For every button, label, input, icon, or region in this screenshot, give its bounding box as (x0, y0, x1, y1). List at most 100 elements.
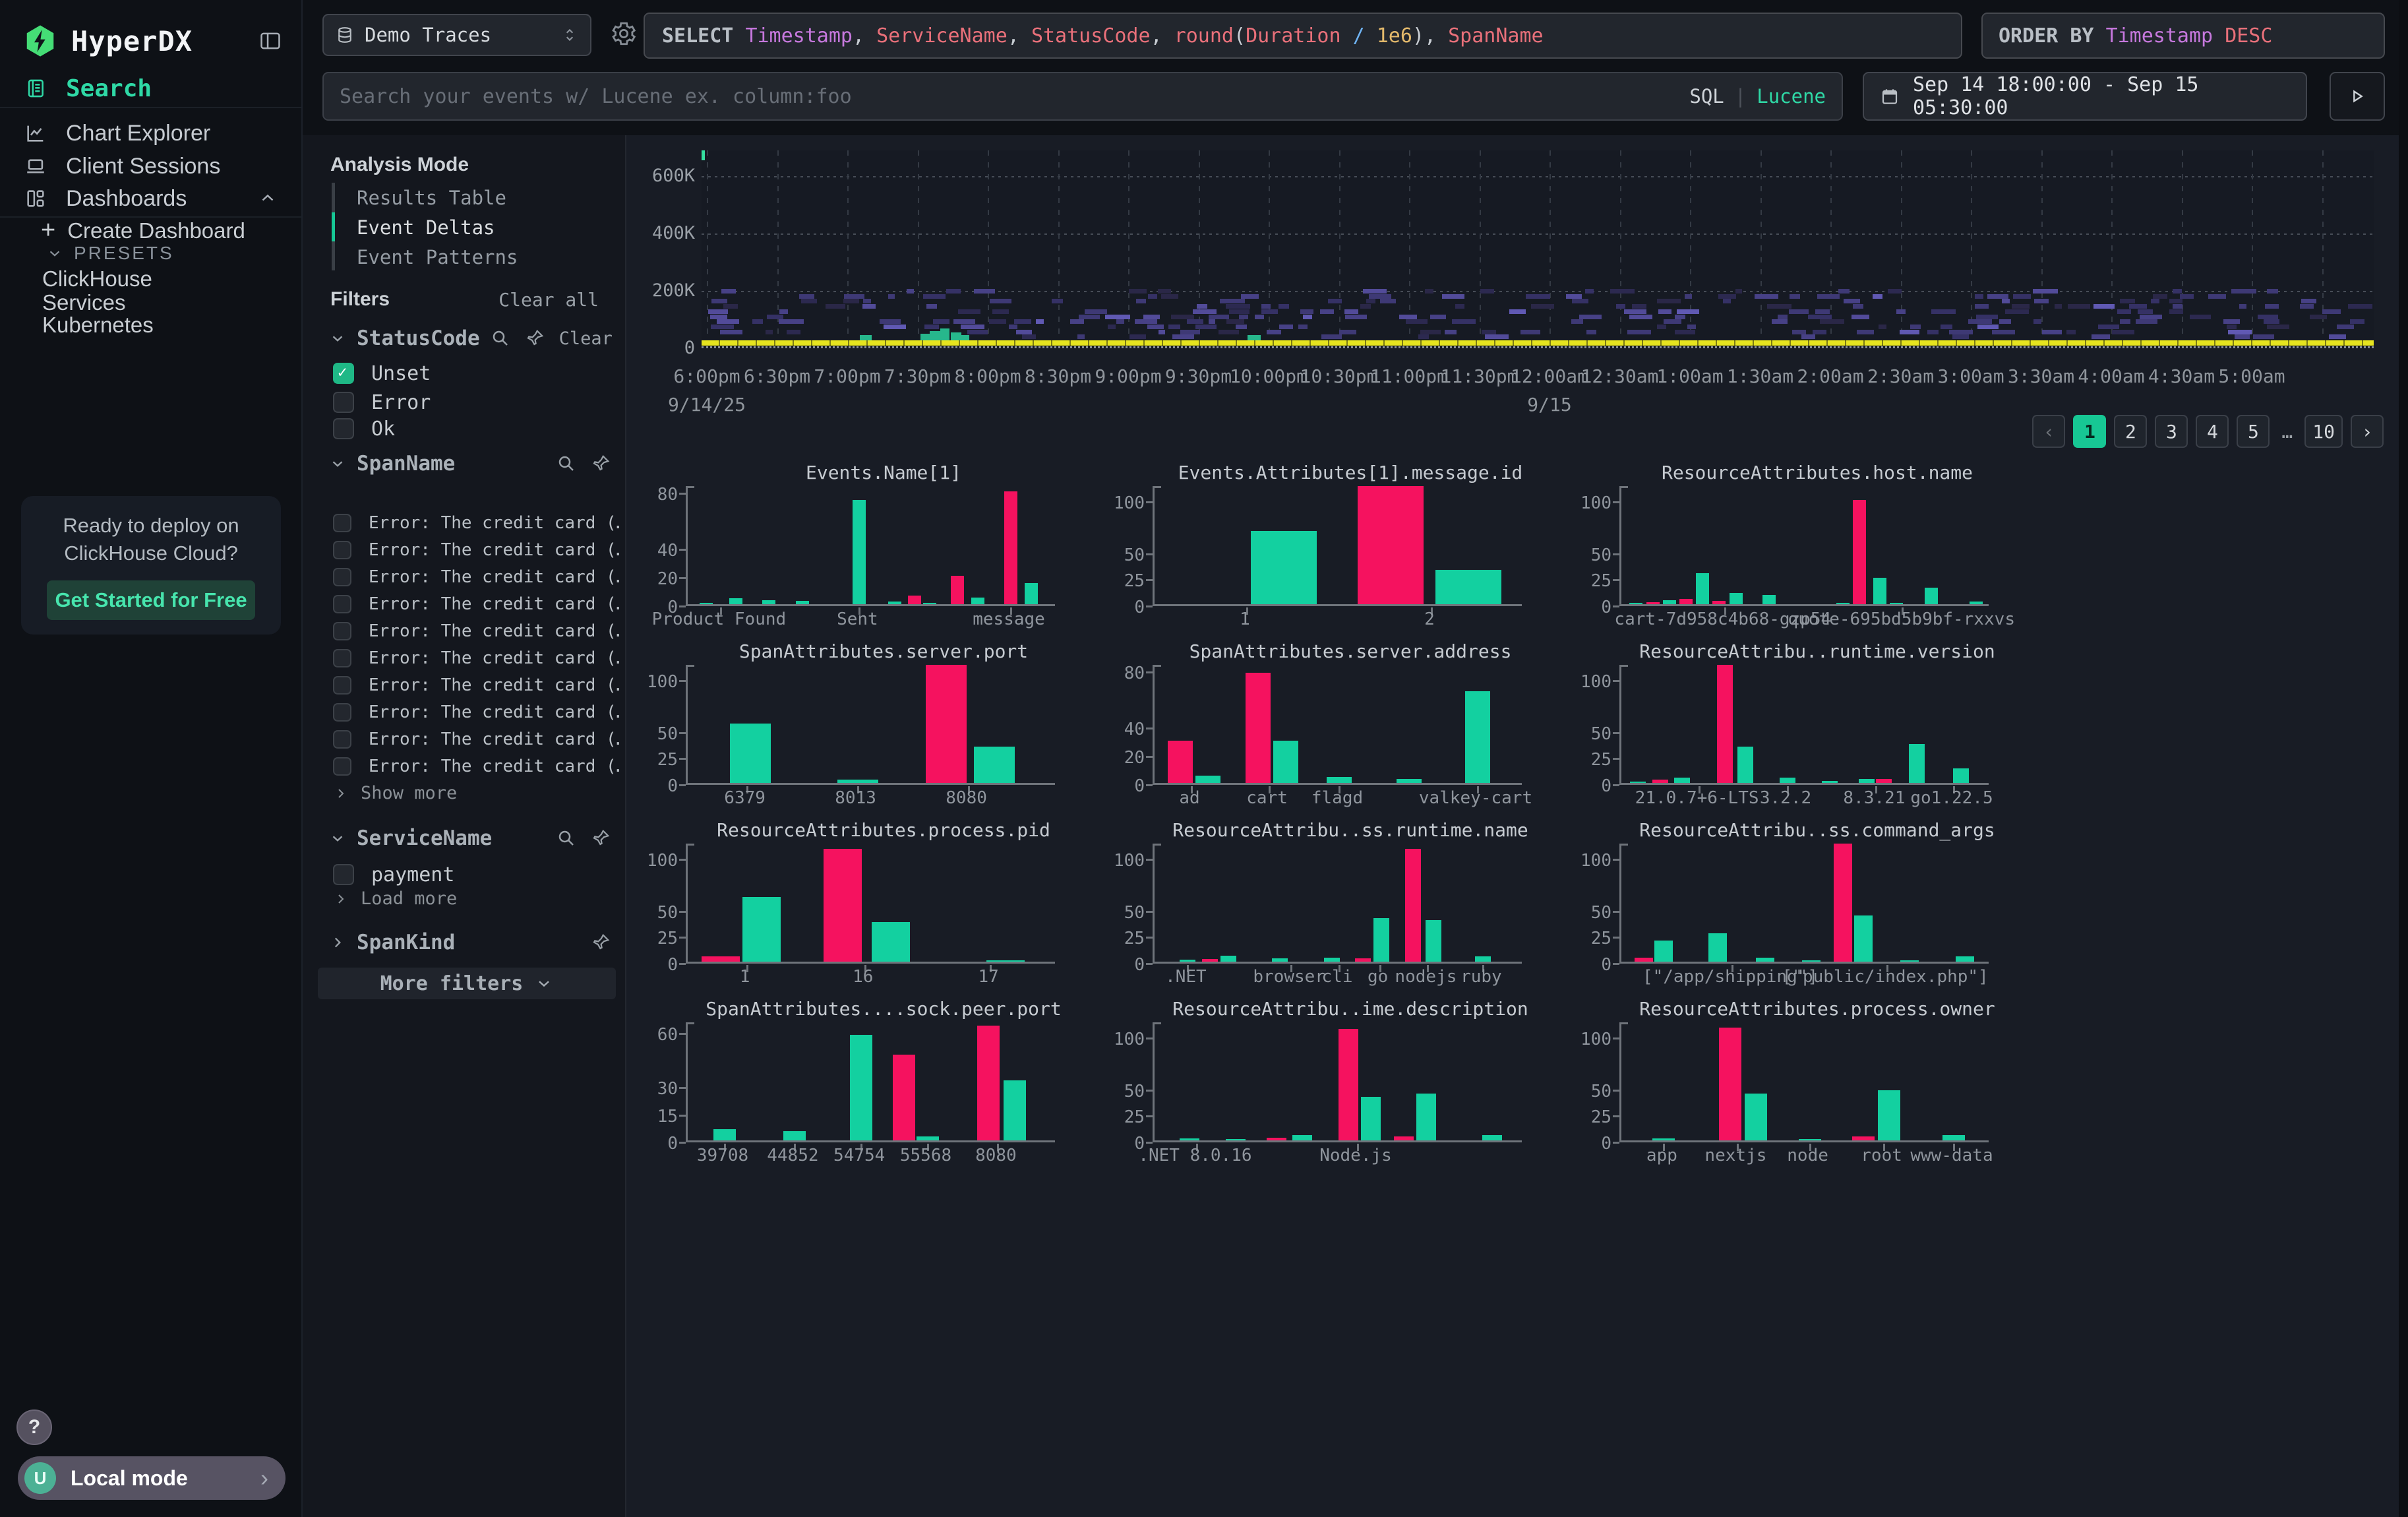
bar[interactable] (1663, 600, 1676, 604)
bar[interactable] (1712, 601, 1726, 604)
sidebar-item-chart-explorer[interactable]: Chart Explorer (0, 116, 301, 150)
sidebar-item-dashboards[interactable]: Dashboards (0, 181, 301, 218)
mini-bar-chart[interactable]: ResourceAttribu..ss.runtime.name10050250… (1113, 819, 1548, 987)
bar[interactable] (1373, 918, 1389, 962)
bar[interactable] (1745, 1094, 1767, 1140)
filter-option-spanname[interactable]: Error: The credit card (… (333, 699, 620, 726)
clear-statuscode-button[interactable]: Clear (559, 328, 613, 349)
load-more-button[interactable]: Load more (333, 888, 457, 909)
bar[interactable] (1195, 776, 1220, 783)
bar[interactable] (1674, 778, 1690, 783)
bar[interactable] (1854, 915, 1873, 962)
bar[interactable] (1267, 1138, 1286, 1140)
order-by-input[interactable]: ORDER BY Timestamp DESC (1981, 13, 2385, 59)
bar[interactable] (762, 600, 775, 604)
mini-bar-chart[interactable]: SpanAttributes....sock.peer.port60301503… (646, 998, 1081, 1166)
bar[interactable] (1358, 486, 1424, 604)
search-icon[interactable] (491, 328, 510, 348)
bar[interactable] (1635, 958, 1653, 962)
bar[interactable] (1708, 933, 1727, 962)
bar[interactable] (1900, 960, 1919, 962)
bar[interactable] (824, 849, 862, 962)
sql-select-input[interactable]: SELECT Timestamp, ServiceName, StatusCod… (644, 13, 1962, 59)
bar[interactable] (1168, 741, 1193, 783)
mini-bar-chart[interactable]: ResourceAttributes.host.name10050250cart… (1580, 462, 2015, 630)
search-input[interactable] (340, 85, 1689, 108)
scrollbar-track[interactable] (2399, 0, 2408, 1517)
bar[interactable] (1717, 665, 1733, 783)
bar[interactable] (1251, 531, 1317, 604)
filter-option-spanname[interactable]: Error: The credit card (… (333, 672, 620, 698)
checkbox[interactable] (333, 418, 354, 439)
mode-event-deltas[interactable]: Event Deltas (357, 215, 495, 240)
more-filters-button[interactable]: More filters (318, 968, 616, 999)
bar[interactable] (1397, 779, 1422, 783)
page-button-4[interactable]: 4 (2196, 415, 2229, 448)
pin-icon[interactable] (525, 328, 545, 348)
page-button-1[interactable]: 1 (2073, 415, 2106, 448)
bar[interactable] (1416, 1094, 1436, 1140)
bar[interactable] (1465, 691, 1490, 783)
checkbox[interactable] (333, 392, 354, 413)
bar[interactable] (1756, 958, 1774, 962)
bar[interactable] (1324, 958, 1340, 962)
bar[interactable] (1730, 593, 1743, 604)
chevron-down-icon[interactable] (329, 830, 346, 847)
bar[interactable] (1202, 959, 1218, 962)
bar[interactable] (1405, 849, 1421, 962)
page-button-5[interactable]: 5 (2237, 415, 2270, 448)
bar[interactable] (729, 598, 742, 604)
bar[interactable] (1629, 603, 1642, 604)
bar[interactable] (1004, 491, 1017, 604)
bar[interactable] (1394, 1136, 1414, 1140)
checkbox[interactable] (333, 595, 351, 613)
get-started-button[interactable]: Get Started for Free (47, 580, 255, 620)
bar[interactable] (1890, 603, 1903, 604)
prev-page-button[interactable]: ‹ (2032, 415, 2065, 448)
bar[interactable] (1953, 768, 1969, 783)
filter-option-error[interactable]: Error (333, 388, 620, 416)
sidebar-item-client-sessions[interactable]: Client Sessions (0, 149, 301, 183)
mode-results-table[interactable]: Results Table (357, 185, 506, 210)
bar[interactable] (908, 596, 921, 604)
bar[interactable] (1719, 1028, 1741, 1140)
bar[interactable] (1426, 920, 1441, 962)
bar[interactable] (1646, 602, 1660, 604)
help-button[interactable]: ? (16, 1409, 52, 1445)
mini-bar-chart[interactable]: Events.Name[1]8040200Product FoundSentme… (646, 462, 1081, 630)
bar[interactable] (783, 1131, 806, 1140)
bar[interactable] (1652, 1138, 1675, 1140)
run-query-button[interactable] (2330, 72, 2385, 121)
bar[interactable] (1246, 673, 1271, 783)
filter-option-unset[interactable]: Unset (333, 359, 620, 387)
chevron-right-icon[interactable] (329, 934, 346, 951)
mini-bar-chart[interactable]: ResourceAttribu..ime.description10050250… (1113, 998, 1548, 1166)
page-button-2[interactable]: 2 (2114, 415, 2147, 448)
preset-kubernetes[interactable]: Kubernetes (42, 313, 154, 338)
bar[interactable] (1852, 1136, 1875, 1140)
lang-lucene[interactable]: Lucene (1757, 85, 1826, 108)
checkbox[interactable] (333, 757, 351, 776)
pin-icon[interactable] (591, 828, 611, 848)
bar[interactable] (1737, 747, 1753, 783)
gear-icon[interactable] (610, 20, 638, 47)
bar[interactable] (1025, 583, 1038, 604)
bar[interactable] (1679, 599, 1693, 604)
bar[interactable] (1925, 588, 1938, 604)
bar[interactable] (1361, 1097, 1381, 1140)
bar[interactable] (1762, 595, 1776, 604)
bar[interactable] (1226, 1139, 1246, 1140)
checkbox[interactable] (333, 568, 351, 586)
bar[interactable] (1180, 1138, 1199, 1140)
bar[interactable] (1696, 573, 1709, 604)
bar[interactable] (1942, 1135, 1965, 1140)
checkbox[interactable] (333, 703, 351, 722)
bar[interactable] (796, 601, 809, 604)
bar[interactable] (1859, 779, 1875, 783)
bar[interactable] (971, 598, 984, 604)
filter-option-spanname[interactable]: Error: The credit card (… (333, 645, 620, 671)
checkbox[interactable] (333, 676, 351, 695)
filter-option-spanname[interactable]: Error: The credit card (… (333, 753, 620, 780)
bar[interactable] (926, 665, 967, 783)
clear-all-button[interactable]: Clear all (498, 289, 599, 311)
